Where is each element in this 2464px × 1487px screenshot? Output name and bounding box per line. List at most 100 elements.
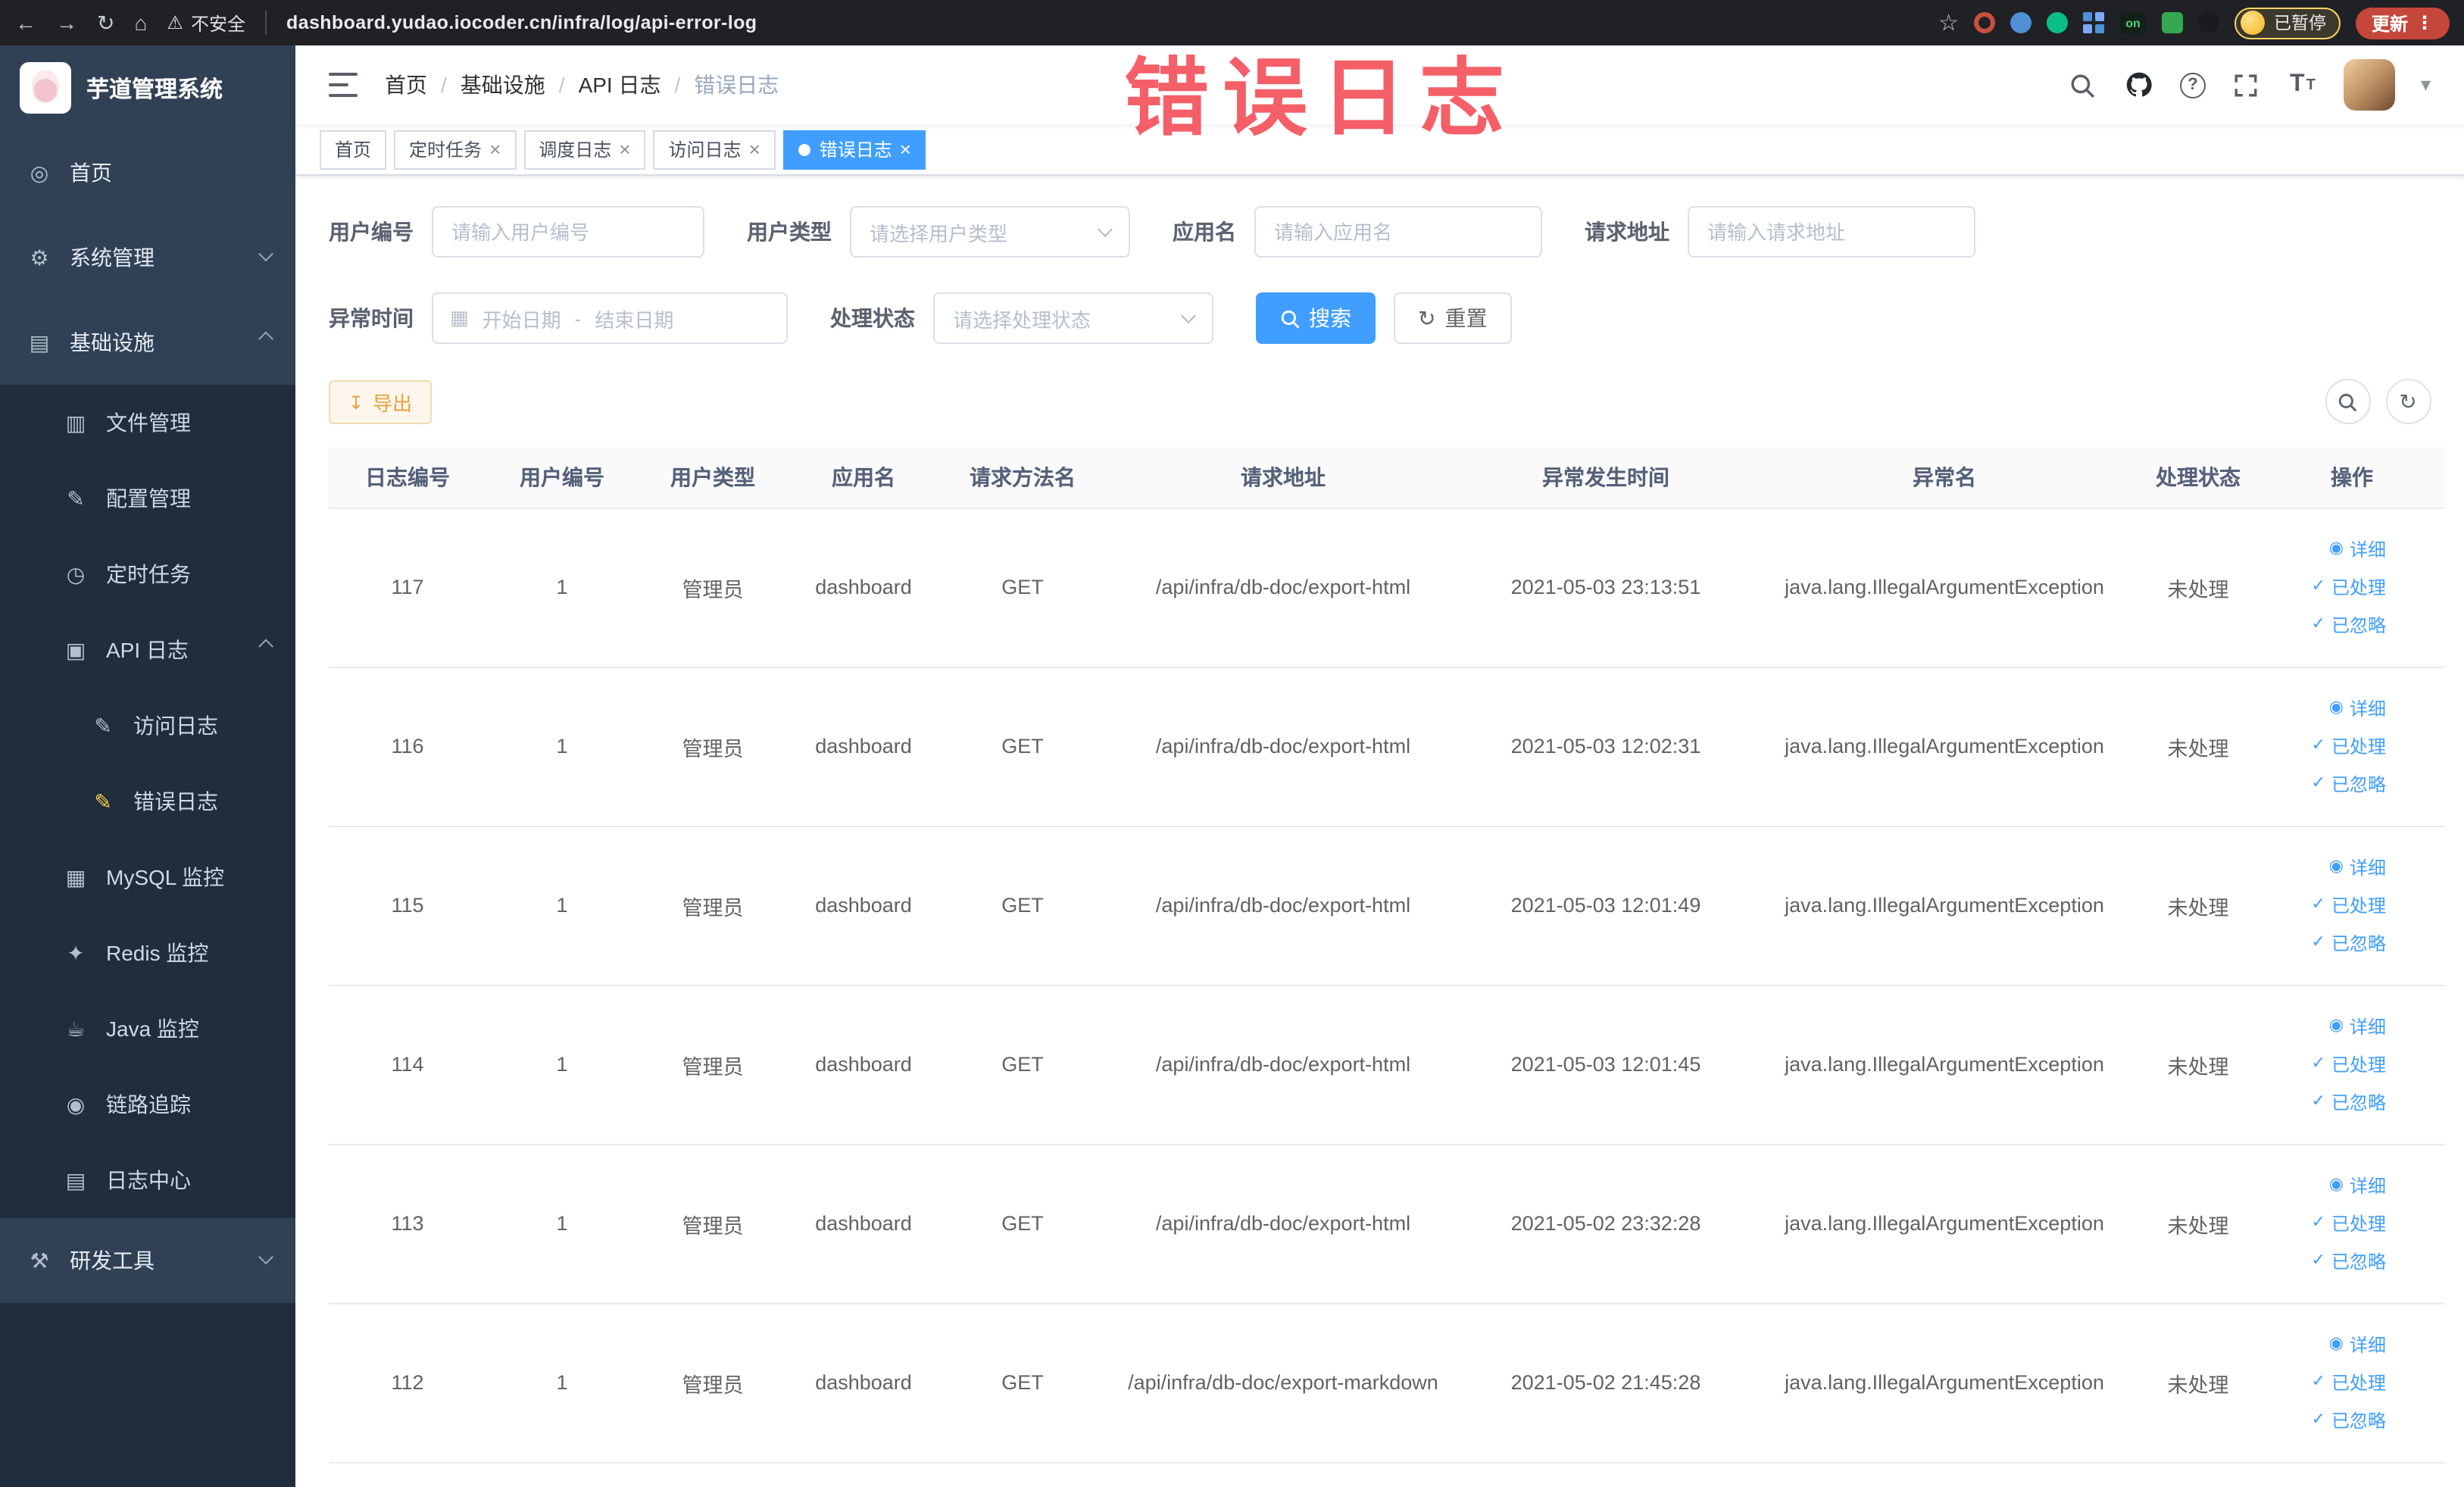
toggle-search-button[interactable]: [2325, 379, 2370, 424]
sidebar-item-mysql-monitor[interactable]: MySQL 监控: [0, 839, 295, 915]
detail-link[interactable]: 详细: [2329, 536, 2386, 562]
app-logo[interactable]: 芋道管理系统: [0, 45, 295, 130]
mark-ignored-link[interactable]: 已忽略: [2312, 1407, 2386, 1433]
back-icon[interactable]: [15, 12, 36, 33]
sidebar-item-dev-tools[interactable]: 研发工具: [0, 1218, 295, 1303]
close-icon[interactable]: [900, 139, 911, 159]
caret-down-icon[interactable]: [2421, 71, 2431, 98]
col-request-url: 请求地址: [1106, 447, 1460, 508]
cell-app-name: dashboard: [788, 1303, 939, 1463]
cell-process-status: 未处理: [2138, 667, 2259, 826]
reload-icon[interactable]: [97, 12, 114, 33]
sidebar-item-config-management[interactable]: 配置管理: [0, 461, 295, 536]
request-url-input[interactable]: [1688, 206, 1975, 258]
detail-link[interactable]: 详细: [2329, 695, 2386, 721]
tools-icon: [24, 1248, 55, 1273]
cell-user-id: 1: [486, 508, 638, 667]
chevron-down-icon: [1181, 308, 1196, 323]
sidebar-item-link-tracing[interactable]: 链路追踪: [0, 1067, 295, 1142]
home-icon[interactable]: [134, 12, 147, 33]
extension-icon[interactable]: [2082, 12, 2092, 21]
app-name-input[interactable]: [1254, 206, 1542, 258]
extension-icon[interactable]: [2197, 12, 2219, 33]
detail-link[interactable]: 详细: [2329, 1173, 2386, 1198]
search-button[interactable]: 搜索: [1256, 292, 1376, 344]
cell-process-status: 未处理: [2138, 826, 2259, 986]
mark-processed-link[interactable]: 已处理: [2312, 1211, 2386, 1236]
mark-ignored-link[interactable]: 已忽略: [2312, 1089, 2386, 1115]
cell-app-name: dashboard: [788, 667, 939, 826]
refresh-table-button[interactable]: [2385, 379, 2431, 424]
detail-link[interactable]: 详细: [2329, 854, 2386, 880]
detail-link-label: 详细: [2349, 698, 2386, 720]
sidebar-item-file-management[interactable]: 文件管理: [0, 385, 295, 461]
extension-icon[interactable]: [1973, 12, 1995, 33]
breadcrumb-api-logs[interactable]: API 日志: [579, 70, 661, 100]
process-status-select[interactable]: 请选择处理状态: [933, 292, 1213, 344]
chevron-down-icon: [258, 1248, 273, 1264]
security-indicator[interactable]: 不安全: [167, 10, 245, 36]
extension-icon[interactable]: [2046, 12, 2068, 33]
tab-home[interactable]: 首页: [320, 130, 387, 169]
tab-access-log[interactable]: 访问日志: [653, 130, 776, 169]
mark-processed-link[interactable]: 已处理: [2312, 733, 2386, 759]
menu-fold-icon[interactable]: [329, 73, 358, 97]
close-icon[interactable]: [489, 139, 501, 159]
sidebar-item-error-log[interactable]: 错误日志: [0, 764, 295, 839]
sidebar-item-infrastructure[interactable]: 基础设施: [0, 300, 295, 385]
github-icon[interactable]: [2124, 70, 2154, 100]
reset-button[interactable]: 重置: [1394, 292, 1512, 344]
cell-actions: 详细 已处理 已忽略: [2259, 826, 2445, 986]
tab-schedule-log[interactable]: 调度日志: [523, 130, 646, 169]
filter-row-2: 异常时间 开始日期 - 结束日期 处理状态 请选择处理状态: [329, 292, 2431, 344]
breadcrumb-infrastructure[interactable]: 基础设施: [461, 70, 545, 100]
sidebar-item-scheduled-tasks[interactable]: 定时任务: [0, 536, 295, 612]
font-size-icon[interactable]: [2288, 70, 2318, 100]
export-button[interactable]: 导出: [329, 380, 433, 423]
sidebar-item-redis-monitor[interactable]: Redis 监控: [0, 915, 295, 991]
detail-link[interactable]: 详细: [2329, 1332, 2386, 1357]
close-icon[interactable]: [749, 139, 760, 159]
search-icon[interactable]: [2068, 70, 2098, 100]
user-avatar[interactable]: [2343, 59, 2395, 111]
mark-processed-link[interactable]: 已处理: [2312, 1370, 2386, 1395]
sidebar-item-access-log[interactable]: 访问日志: [0, 688, 295, 764]
fullscreen-icon[interactable]: [2231, 70, 2262, 100]
bookmark-star-icon[interactable]: [1938, 11, 1959, 34]
exception-time-range-picker[interactable]: 开始日期 - 结束日期: [432, 292, 788, 344]
mark-ignored-link[interactable]: 已忽略: [2312, 771, 2386, 797]
mark-processed-link[interactable]: 已处理: [2312, 574, 2386, 600]
profile-paused-chip[interactable]: 已暂停: [2234, 7, 2341, 39]
help-icon[interactable]: [2179, 72, 2206, 98]
mark-ignored-link[interactable]: 已忽略: [2312, 1248, 2386, 1274]
close-icon[interactable]: [619, 139, 630, 159]
cell-exception-time: 2021-05-03 12:01:49: [1460, 826, 1751, 986]
detail-link[interactable]: 详细: [2329, 1014, 2386, 1039]
tab-error-log[interactable]: 错误日志: [782, 130, 926, 169]
sidebar-item-log-center[interactable]: 日志中心: [0, 1142, 295, 1218]
ignored-link-label: 已忽略: [2331, 1251, 2386, 1273]
user-id-input[interactable]: [432, 206, 704, 258]
extension-icon[interactable]: [2161, 12, 2183, 33]
extension-icon[interactable]: [2119, 12, 2147, 33]
cell-process-status: 未处理: [2138, 1303, 2259, 1463]
active-dot: [798, 143, 810, 155]
date-start-placeholder: 开始日期: [482, 308, 561, 331]
mark-processed-link[interactable]: 已处理: [2312, 892, 2386, 918]
tab-scheduled-tasks[interactable]: 定时任务: [394, 130, 517, 169]
mark-ignored-link[interactable]: 已忽略: [2312, 930, 2386, 956]
extension-icon[interactable]: [2010, 12, 2031, 33]
refresh-icon: [2399, 389, 2416, 414]
user-type-select[interactable]: 请选择用户类型: [850, 206, 1130, 258]
table-toolbar: 导出: [329, 379, 2431, 424]
sidebar-item-java-monitor[interactable]: Java 监控: [0, 991, 295, 1067]
browser-update-button[interactable]: 更新: [2356, 7, 2449, 39]
mark-ignored-link[interactable]: 已忽略: [2312, 612, 2386, 638]
breadcrumb-home[interactable]: 首页: [385, 70, 427, 100]
mark-processed-link[interactable]: 已处理: [2312, 1051, 2386, 1077]
forward-icon[interactable]: [56, 12, 77, 33]
sidebar-item-api-logs[interactable]: API 日志: [0, 612, 295, 688]
sidebar-item-system-management[interactable]: 系统管理: [0, 215, 295, 300]
sidebar-item-home[interactable]: 首页: [0, 130, 295, 215]
address-bar[interactable]: dashboard.yudao.iocoder.cn/infra/log/api…: [286, 12, 1919, 33]
